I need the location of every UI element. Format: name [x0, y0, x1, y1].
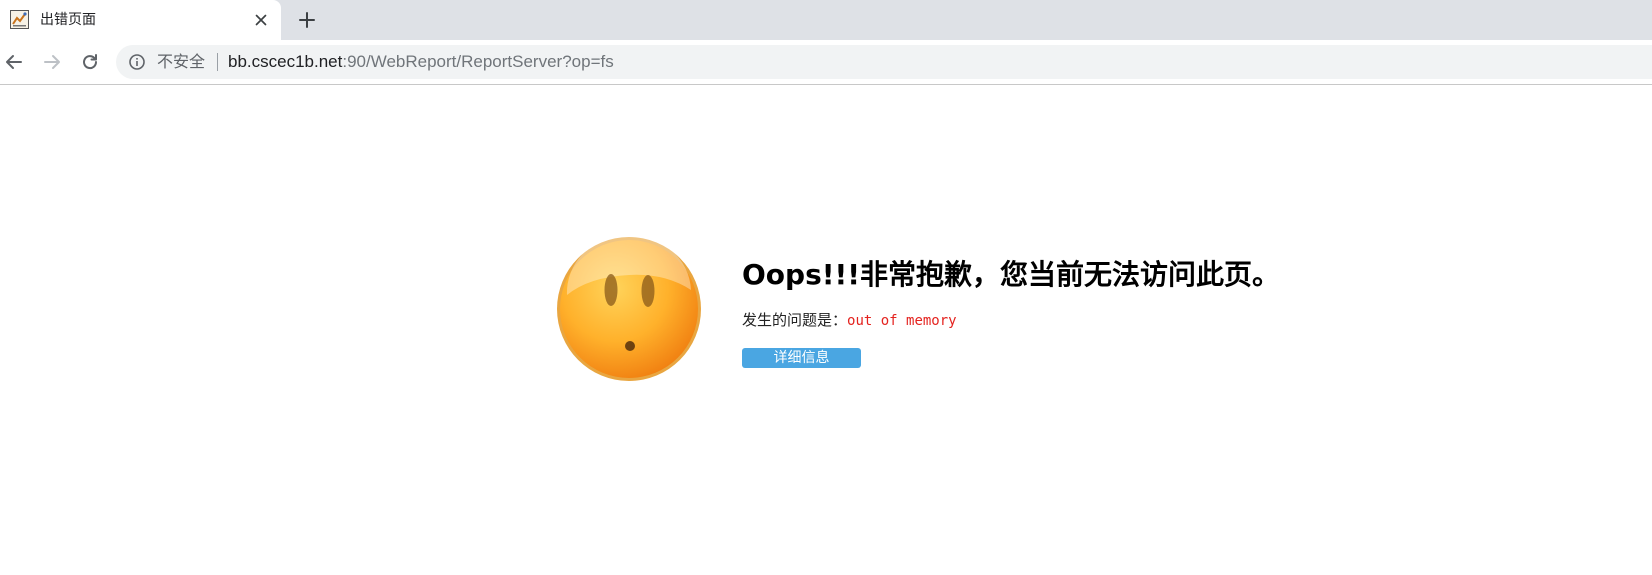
reload-icon[interactable]: [79, 51, 101, 73]
url-path: :90/WebReport/ReportServer?op=fs: [342, 52, 614, 71]
arrow-right-icon[interactable]: [41, 51, 63, 73]
browser-toolbar: 不安全 bb.cscec1b.net:90/WebReport/ReportSe…: [0, 40, 1652, 85]
close-icon[interactable]: [253, 12, 269, 28]
tab-active[interactable]: 出错页面: [0, 0, 281, 40]
sad-face-icon: [555, 234, 707, 390]
address-bar[interactable]: 不安全 bb.cscec1b.net:90/WebReport/ReportSe…: [116, 45, 1652, 79]
page-content: Oops!!!非常抱歉，您当前无法访问此页。 发生的问题是：out of mem…: [0, 85, 1652, 575]
problem-label: 发生的问题是：: [742, 311, 848, 329]
problem-value: out of memory: [847, 313, 957, 329]
arrow-left-icon[interactable]: [3, 51, 25, 73]
report-favicon-icon: [10, 10, 29, 29]
problem-line: 发生的问题是：out of memory: [742, 309, 957, 332]
plus-icon[interactable]: [297, 10, 317, 30]
omnibox-separator: [217, 53, 218, 71]
details-button[interactable]: 详细信息: [742, 348, 861, 368]
info-icon[interactable]: [128, 53, 146, 71]
url-text[interactable]: bb.cscec1b.net:90/WebReport/ReportServer…: [228, 52, 614, 72]
error-title: Oops!!!非常抱歉，您当前无法访问此页。: [742, 258, 1281, 291]
url-host: bb.cscec1b.net: [228, 52, 343, 71]
tab-title: 出错页面: [40, 12, 96, 28]
tab-strip: 出错页面: [0, 0, 1652, 40]
browser-window: 出错页面 不安全 bb.cscec1b.net:90/WebReport/Rep…: [0, 0, 1652, 575]
security-label[interactable]: 不安全: [157, 52, 205, 72]
